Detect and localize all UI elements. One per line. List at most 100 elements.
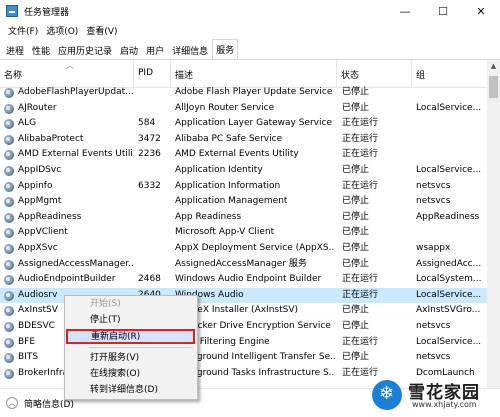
collapse-chevron-icon[interactable]: ︿: [6, 397, 18, 409]
table-row[interactable]: Appinfo 6332 Application Information 正在运行 ne…: [0, 179, 487, 195]
service-group: [416, 85, 486, 101]
tab-app-history[interactable]: 应用历史记录: [54, 41, 116, 59]
tab-users[interactable]: 用户: [142, 41, 168, 59]
table-row[interactable]: AppIDSvc Application Identity 已停止 LocalServ…: [0, 163, 487, 179]
service-gear-icon: [4, 321, 14, 332]
service-name: Appinfo: [18, 180, 53, 191]
table-row[interactable]: AlibabaProtect 3472 Alibaba PC Safe Servic…: [0, 132, 487, 148]
service-gear-icon: [4, 306, 14, 317]
service-gear-icon: [4, 368, 14, 379]
table-row[interactable]: AMD External Events Utili... 2236 AMD Exte…: [0, 147, 487, 163]
service-pid: 6332: [138, 180, 161, 191]
service-status: 已停止: [342, 227, 370, 238]
service-group: [416, 147, 486, 163]
service-description: AMD External Events Utility: [175, 149, 299, 160]
tab-startup[interactable]: 启动: [116, 41, 142, 59]
service-group: AxInstSVGro...: [416, 305, 481, 316]
context-search-online[interactable]: 在线搜索(O): [65, 367, 197, 382]
service-group: [416, 132, 486, 148]
service-gear-icon: [4, 134, 14, 145]
service-name: AssignedAccessManager...: [18, 258, 134, 269]
service-group: AppReadiness: [416, 211, 480, 222]
service-name: AudioEndpointBuilder: [18, 274, 116, 285]
service-gear-icon: [4, 197, 14, 208]
context-start[interactable]: 开始(S): [65, 297, 197, 312]
service-description: AllJoyn Router Service: [175, 102, 275, 113]
menu-view[interactable]: 查看(V): [82, 24, 121, 37]
service-description: Application Information: [175, 180, 281, 191]
service-gear-icon: [4, 337, 14, 348]
table-row[interactable]: AssignedAccessManager... AssignedAccessMa…: [0, 257, 487, 273]
service-status: 已停止: [342, 87, 370, 97]
tab-performance[interactable]: 性能: [28, 41, 54, 59]
service-gear-icon: [4, 165, 14, 176]
menu-file[interactable]: 文件(F): [4, 24, 42, 37]
table-row[interactable]: AdobeFlashPlayerUpdat... Adobe Flash Play…: [0, 85, 487, 101]
service-pid: 2468: [138, 274, 161, 285]
context-open-services[interactable]: 打开服务(V): [65, 351, 197, 366]
task-manager-icon: [6, 5, 18, 17]
column-header-pid[interactable]: PID: [134, 60, 171, 88]
tab-details[interactable]: 详细信息: [168, 41, 212, 59]
service-group: LocalService...: [416, 164, 482, 175]
scroll-up-arrow-icon[interactable]: ▲: [487, 60, 500, 73]
service-status: 正在运行: [342, 289, 379, 300]
service-description: Alibaba PC Safe Service: [175, 133, 283, 144]
table-row[interactable]: AudioEndpointBuilder 2468 Windows Audio En…: [0, 272, 487, 288]
service-pid: 584: [138, 118, 156, 129]
service-name: AppReadiness: [18, 211, 82, 222]
close-button[interactable]: ✕: [462, 0, 500, 22]
context-stop[interactable]: 停止(T): [65, 313, 197, 328]
table-row[interactable]: ALG 584 Application Layer Gateway Service 正…: [0, 116, 487, 132]
table-row[interactable]: AppVClient Microsoft App-V Client 已停止: [0, 225, 487, 241]
table-row[interactable]: AppXSvc AppX Deployment Service (AppXS...…: [0, 241, 487, 257]
minimize-button[interactable]: —: [386, 0, 424, 22]
column-header-group[interactable]: 组: [412, 60, 487, 88]
service-gear-icon: [4, 353, 14, 364]
service-pid: 2236: [138, 149, 161, 160]
service-status: 已停止: [342, 211, 370, 222]
service-group: LocalService...: [416, 336, 482, 347]
service-pid: [138, 101, 170, 117]
service-status: 已停止: [342, 102, 370, 113]
column-header-description[interactable]: 描述: [171, 60, 337, 88]
column-header-name[interactable]: 名称: [0, 60, 134, 88]
service-gear-icon: [4, 259, 14, 270]
table-row[interactable]: AJRouter AllJoyn Router Service 已停止 LocalSe…: [0, 101, 487, 117]
service-group: [416, 116, 486, 132]
service-group: netsvcs: [416, 180, 451, 191]
service-description: Windows Audio Endpoint Builder: [175, 274, 322, 285]
service-group: LocalSystem...: [416, 274, 482, 285]
service-group: LocalService...: [416, 289, 482, 300]
service-gear-icon: [4, 150, 14, 161]
service-group: netsvcs: [416, 320, 451, 331]
tab-processes[interactable]: 进程: [2, 41, 28, 59]
service-gear-icon: [4, 290, 14, 301]
service-pid: [138, 241, 170, 257]
context-restart[interactable]: 重新启动(R): [66, 329, 195, 344]
service-name: AppXSvc: [18, 242, 58, 253]
tab-services[interactable]: 服务: [212, 39, 239, 59]
service-description: Background Tasks Infrastructure S...: [175, 367, 335, 378]
column-header-status[interactable]: 状态: [337, 60, 412, 88]
maximize-button[interactable]: ☐: [424, 0, 462, 22]
service-description: ActiveX Installer (AxInstSV): [175, 305, 299, 316]
service-name: AMD External Events Utili...: [18, 149, 134, 160]
service-description: App Readiness: [175, 211, 242, 222]
service-status: 已停止: [342, 352, 370, 363]
title-bar: 任务管理器 — ☐ ✕: [0, 0, 500, 22]
service-gear-icon: [4, 228, 14, 239]
table-row[interactable]: AppMgmt Application Management 已停止 netsvcs: [0, 194, 487, 210]
service-description: Background Intelligent Transfer Se...: [175, 352, 335, 363]
table-row[interactable]: AppReadiness App Readiness 已停止 AppReadiness: [0, 210, 487, 226]
vertical-scrollbar[interactable]: ▲: [487, 60, 500, 388]
service-group: netsvcs: [416, 352, 451, 363]
menu-options[interactable]: 选项(O): [42, 24, 82, 37]
service-description: Application Management: [175, 196, 288, 207]
service-group: netsvcs: [416, 196, 451, 207]
context-go-to-details[interactable]: 转到详细信息(D): [65, 383, 197, 398]
tab-bar: 进程 性能 应用历史记录 启动 用户 详细信息 服务: [0, 39, 500, 60]
scrollbar-thumb[interactable]: [489, 76, 498, 98]
service-status: 正在运行: [342, 118, 379, 129]
snowflake-logo-icon: [372, 380, 402, 410]
